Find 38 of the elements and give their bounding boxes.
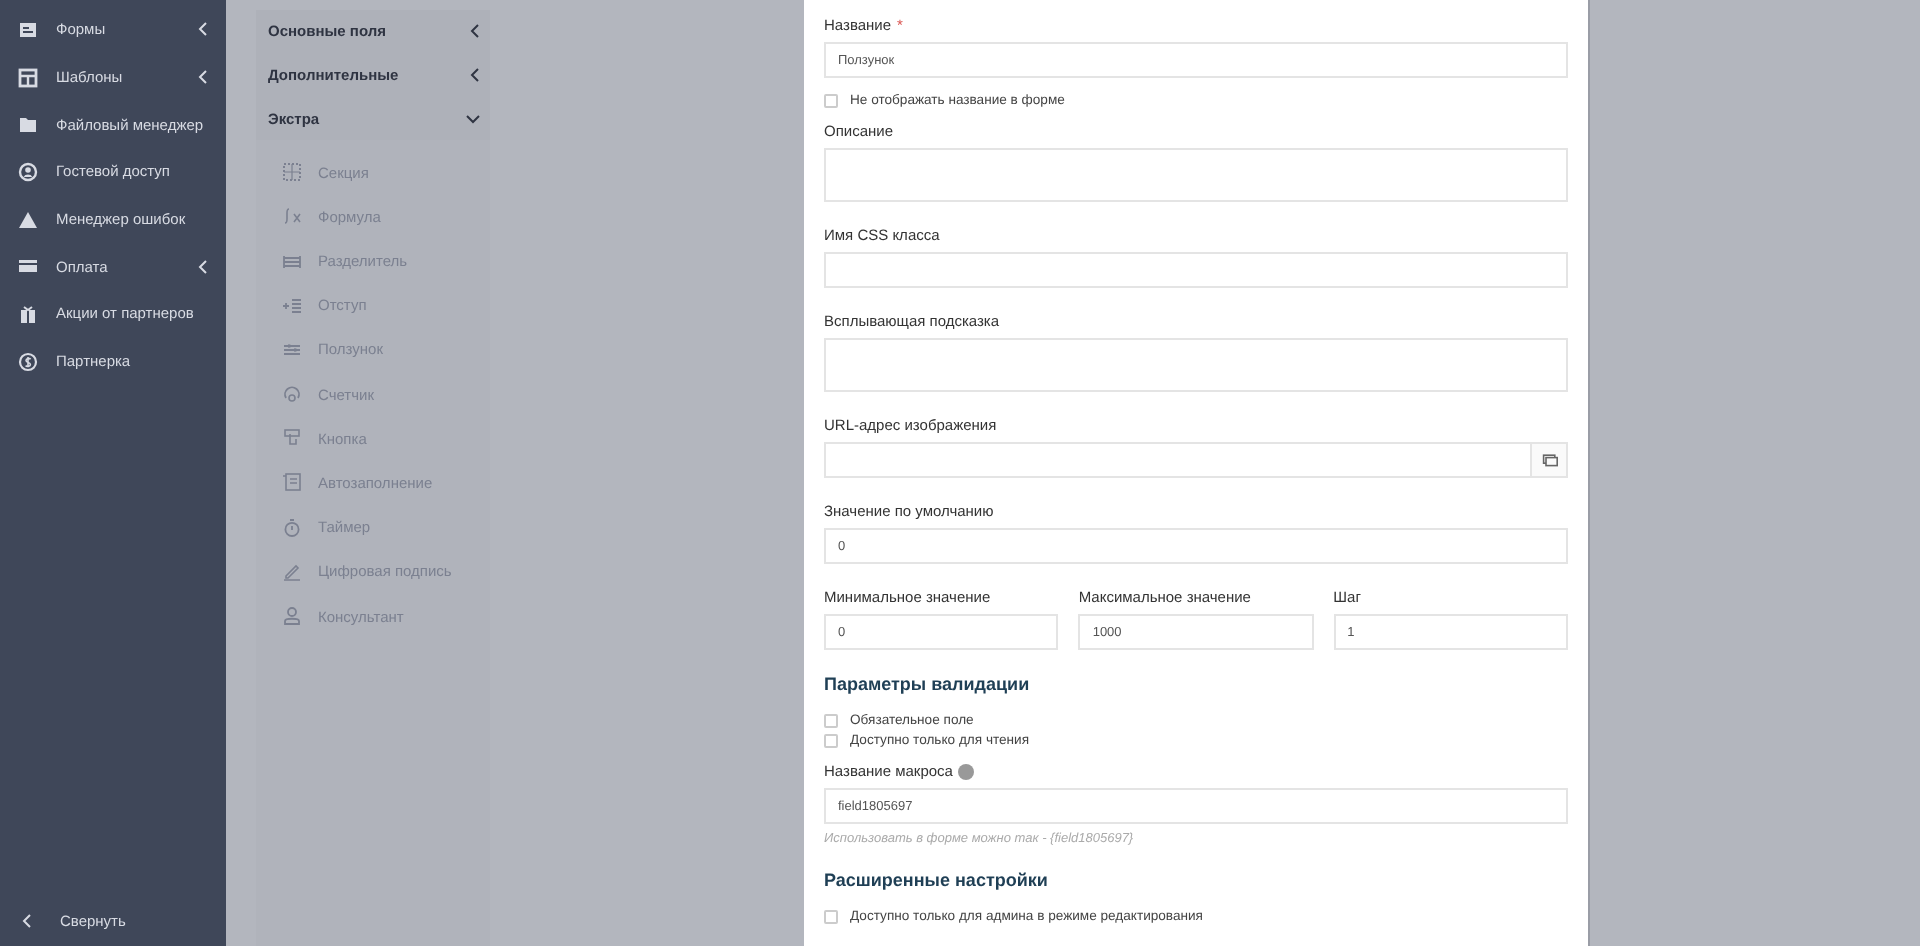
person-icon (282, 606, 302, 627)
chevron-icon (198, 259, 208, 274)
form-icon (18, 19, 38, 40)
folder-icon (18, 114, 38, 135)
chevron-icon (198, 70, 208, 85)
pointer-icon (282, 428, 302, 449)
checkbox[interactable] (824, 909, 838, 923)
section-heading: Расширенные настройки (824, 870, 1050, 890)
gift-icon (18, 303, 38, 324)
textarea-field[interactable] (824, 338, 1568, 392)
chevron-icon (198, 22, 208, 37)
chevron-down-icon (466, 113, 480, 124)
checkbox[interactable] (824, 93, 838, 107)
user-circle-icon (18, 161, 38, 182)
pen-icon (282, 561, 302, 582)
image-icon (1541, 452, 1557, 468)
chevron-icon (470, 68, 480, 83)
counter-icon (282, 384, 302, 405)
indent-icon (282, 295, 302, 316)
checkbox[interactable] (824, 713, 838, 727)
checkbox[interactable] (824, 733, 838, 747)
layout-icon (18, 67, 38, 88)
divider-icon (282, 251, 302, 272)
function-icon (282, 206, 302, 227)
chevron-icon (22, 914, 32, 928)
slider-icon (282, 339, 302, 360)
input-field[interactable] (824, 252, 1568, 288)
help-icon[interactable] (958, 764, 975, 780)
dollar-icon (18, 351, 38, 372)
image-browse-button[interactable] (1532, 442, 1568, 478)
grid-icon (282, 162, 302, 183)
stopwatch-icon (282, 517, 302, 538)
list-icon (282, 472, 302, 493)
section-heading: Параметры валидации (824, 674, 1032, 694)
textarea-field[interactable] (824, 148, 1568, 202)
input-field[interactable] (824, 442, 1532, 478)
chevron-icon (470, 24, 480, 39)
warning-icon (18, 209, 38, 230)
